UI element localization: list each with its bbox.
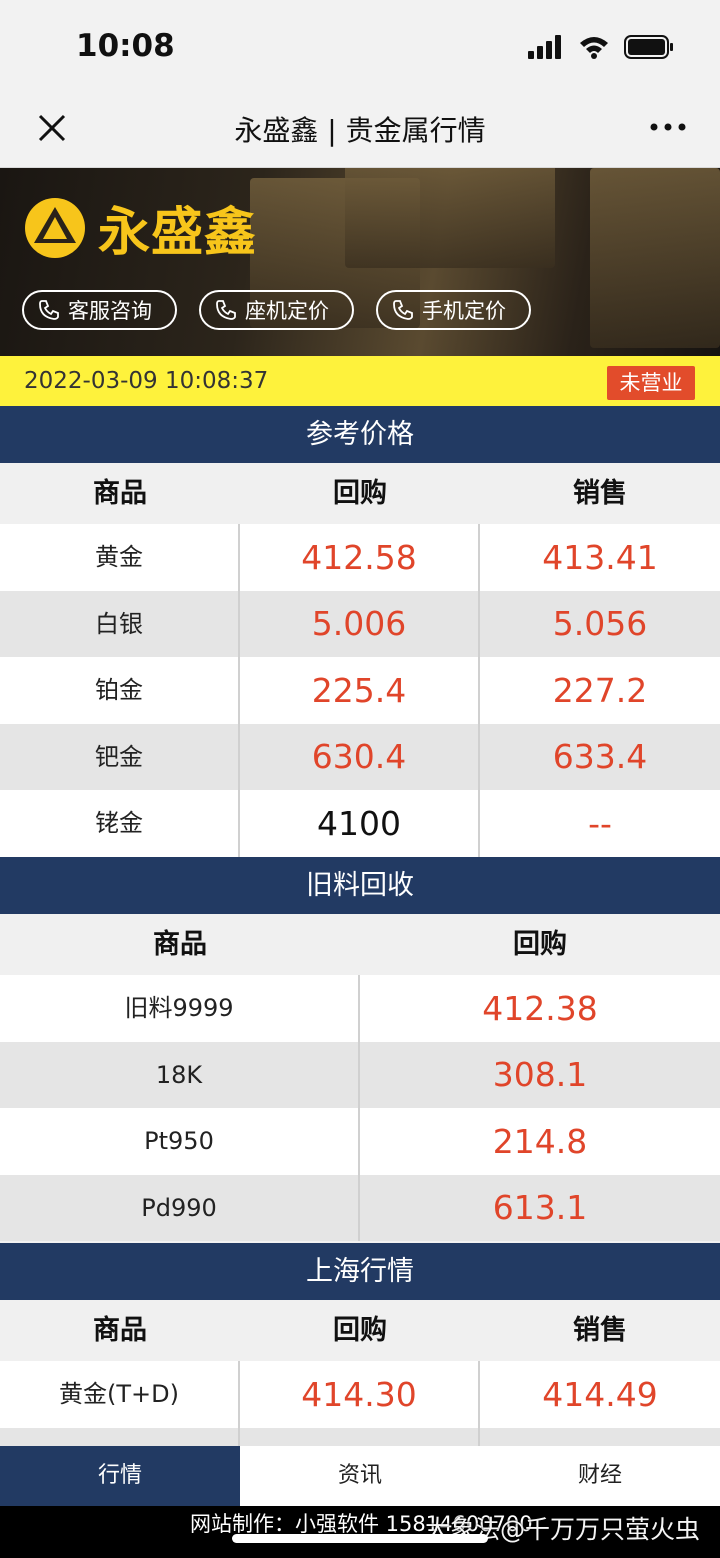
nav-bar: 永盛鑫 | 贵金属行情 [0,95,720,168]
mobile-price-button[interactable]: 手机定价 [376,290,531,330]
brand-logo: 永盛鑫 [22,190,257,265]
sell-price: -- [588,804,612,843]
col-header-buy: 回购 [333,1315,387,1346]
page-title: 永盛鑫 | 贵金属行情 [234,114,486,147]
table-row: Pt950 214.8 [0,1108,720,1175]
status-time: 10:08 [76,28,175,64]
mobile-price-label: 手机定价 [422,299,506,323]
home-indicator[interactable] [232,1534,488,1543]
col-header-product: 商品 [93,478,147,509]
sell-price: 414.49 [542,1375,658,1414]
buy-price: 308.1 [492,1055,588,1094]
product-name: 铑金 [0,790,240,857]
product-name: 钯金 [0,724,240,790]
product-name: 黄金 [0,524,240,591]
status-bar: 10:08 [0,0,720,95]
date-bar: 2022-03-09 10:08:37 未营业 [0,356,720,406]
buy-price: 613.1 [492,1188,588,1227]
status-icons [528,34,674,60]
status-badge: 未营业 [607,366,695,400]
phone-icon [393,300,413,320]
logo-text: 永盛鑫 [98,203,258,263]
sell-price: 5.056 [552,604,648,643]
landline-price-button[interactable]: 座机定价 [199,290,354,330]
buy-price: 225.4 [240,657,480,724]
col-header-product: 商品 [153,929,207,960]
table-row: 铂金 225.4 227.2 [0,657,720,724]
buy-price: 214.8 [492,1122,588,1161]
sell-price: 227.2 [552,671,648,710]
signal-icon [528,35,561,59]
shanghai-header-row: 商品 回购 销售 [0,1300,720,1361]
empty-cell [480,1428,720,1446]
buy-price: 412.38 [482,989,598,1028]
product-name: 铂金 [0,657,240,724]
product-name: 白银 [0,591,240,657]
col-header-buy: 回购 [513,929,567,960]
logo-icon [25,197,85,258]
product-name: Pd990 [0,1175,360,1241]
phone-icon [39,300,59,320]
buy-price: 5.006 [240,591,480,657]
banner: 永盛鑫 客服咨询 座机定价 手机定价 [0,168,720,356]
buy-price: 4100 [240,790,480,857]
section-recycle-title: 旧料回收 [0,857,720,914]
buy-price: 414.30 [240,1361,480,1428]
customer-service-label: 客服咨询 [68,299,152,323]
gold-bar-image [590,168,720,348]
tab-finance[interactable]: 财经 [480,1446,720,1506]
table-row: 黄金(T+D) 414.30 414.49 [0,1361,720,1428]
more-icon[interactable] [648,121,688,133]
table-row: 铑金 4100 -- [0,790,720,857]
table-row-partial [0,1428,720,1446]
col-header-product: 商品 [93,1315,147,1346]
table-row: 旧料9999 412.38 [0,975,720,1042]
buy-price: 630.4 [240,724,480,790]
table-row: 黄金 412.58 413.41 [0,524,720,591]
product-name: Pt950 [0,1108,360,1175]
gold-bar-image [345,168,555,268]
battery-icon [624,35,673,59]
col-header-sell: 销售 [573,478,627,509]
table-row: 钯金 630.4 633.4 [0,724,720,790]
section-shanghai-title: 上海行情 [0,1243,720,1300]
product-name: 旧料9999 [0,975,360,1042]
reference-header-row: 商品 回购 销售 [0,463,720,524]
recycle-header-row: 商品 回购 [0,914,720,975]
tab-market[interactable]: 行情 [0,1446,240,1506]
table-row: 18K 308.1 [0,1042,720,1108]
col-header-buy: 回购 [333,478,387,509]
sell-price: 413.41 [542,538,658,577]
buy-price: 412.58 [240,524,480,591]
wifi-icon [580,37,608,59]
product-name: 18K [0,1042,360,1108]
sell-price: 633.4 [552,737,648,776]
tab-news[interactable]: 资讯 [240,1446,480,1506]
section-reference-title: 参考价格 [0,406,720,463]
phone-icon [216,300,236,320]
bottom-tab-bar: 行情 资讯 财经 [0,1446,720,1506]
datetime: 2022-03-09 10:08:37 [24,368,269,394]
col-header-sell: 销售 [573,1315,627,1346]
product-name: 黄金(T+D) [0,1361,240,1428]
landline-price-label: 座机定价 [245,299,329,323]
customer-service-button[interactable]: 客服咨询 [22,290,177,330]
empty-cell [240,1428,480,1446]
empty-cell [0,1428,240,1446]
table-row: 白银 5.006 5.056 [0,591,720,657]
table-row: Pd990 613.1 [0,1175,720,1241]
